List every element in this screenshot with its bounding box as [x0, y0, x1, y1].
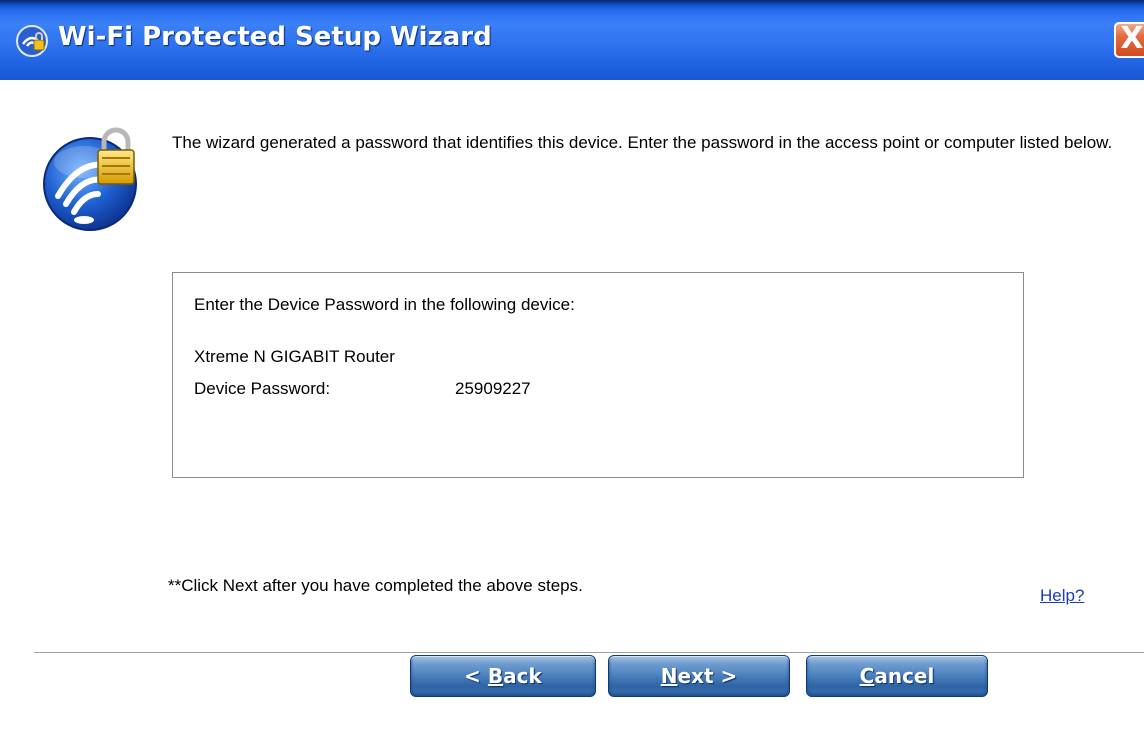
- wifi-setup-icon: [16, 25, 48, 57]
- back-label-rest: ack: [503, 664, 542, 688]
- cancel-label-rest: ancel: [874, 664, 935, 688]
- wifi-lock-icon: [43, 127, 137, 231]
- next-label-rest: ext >: [677, 664, 738, 688]
- device-info-box: Enter the Device Password in the followi…: [172, 272, 1024, 478]
- back-prefix: <: [464, 664, 488, 688]
- next-button[interactable]: Next >: [608, 655, 790, 697]
- intro-text: The wizard generated a password that ide…: [172, 133, 1113, 152]
- window-title: Wi-Fi Protected Setup Wizard: [58, 22, 492, 52]
- wizard-content: The wizard generated a password that ide…: [0, 80, 1144, 748]
- password-label: Device Password:: [194, 379, 331, 398]
- device-name: Xtreme N GIGABIT Router: [194, 347, 395, 366]
- next-mnemonic: N: [660, 664, 678, 688]
- wizard-window: Wi-Fi Protected Setup Wizard X The wizar…: [0, 0, 1144, 748]
- cancel-button[interactable]: Cancel: [806, 655, 988, 697]
- title-bar[interactable]: Wi-Fi Protected Setup Wizard X: [0, 0, 1144, 80]
- password-value: 25909227: [455, 379, 531, 398]
- divider: [34, 652, 1144, 654]
- footnote-text: **Click Next after you have completed th…: [168, 576, 583, 595]
- info-heading: Enter the Device Password in the followi…: [194, 295, 575, 314]
- back-mnemonic: B: [487, 664, 504, 688]
- help-link[interactable]: Help?: [1040, 586, 1084, 606]
- cancel-mnemonic: C: [859, 664, 875, 688]
- back-button[interactable]: < Back: [410, 655, 596, 697]
- close-button[interactable]: X: [1114, 22, 1144, 58]
